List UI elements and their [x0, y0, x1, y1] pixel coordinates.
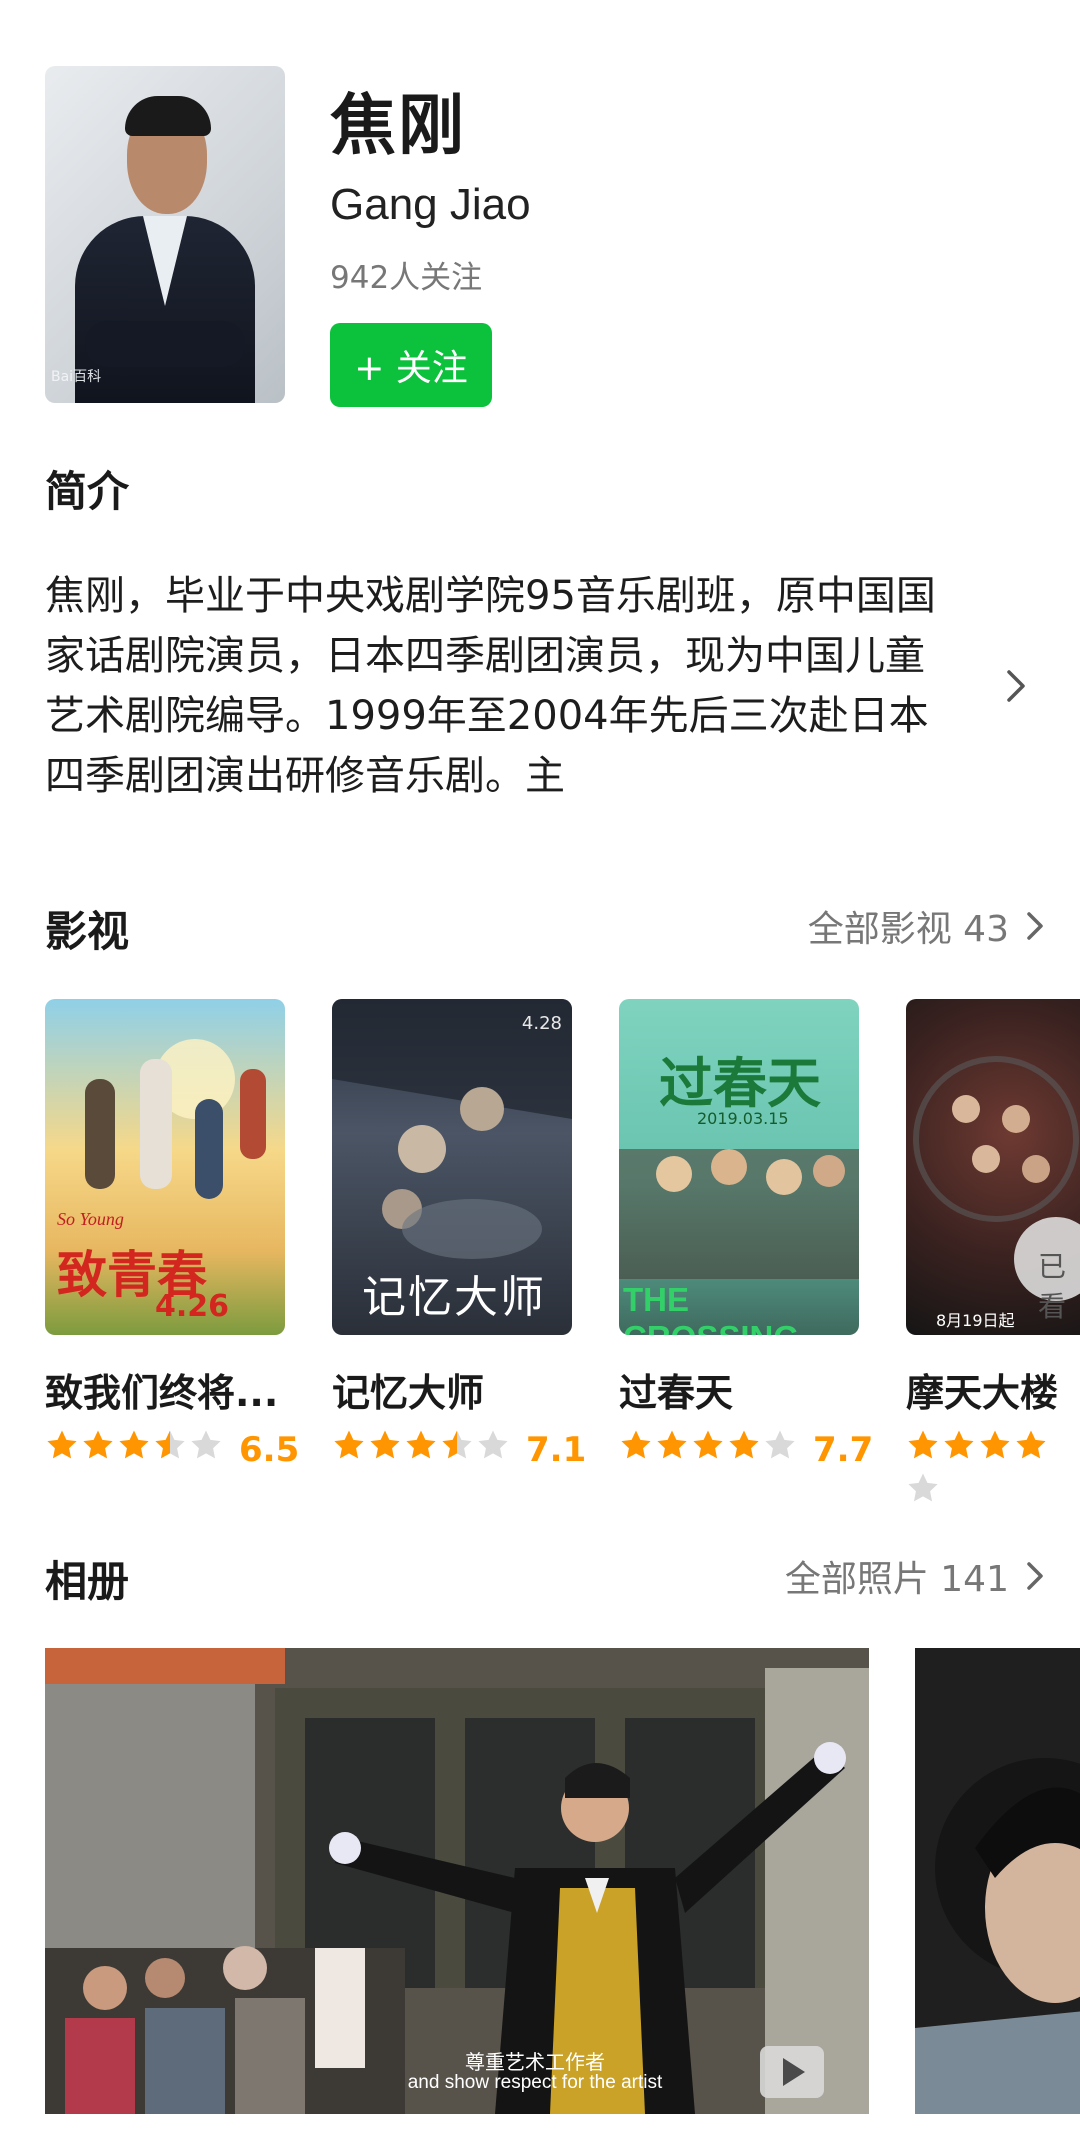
- star-icon: [442, 1430, 472, 1459]
- star-icon: [155, 1430, 185, 1459]
- follower-count: 942人关注: [330, 260, 483, 296]
- all-photos-link[interactable]: 全部照片 141: [785, 1550, 1045, 1602]
- star-icon: [119, 1430, 149, 1459]
- intro-text[interactable]: 焦刚，毕业于中央戏剧学院95音乐剧班，原中国国家话剧院演员，日本四季剧团演员，现…: [45, 566, 945, 806]
- album-title: 相册: [45, 1557, 130, 1606]
- star-icon: [370, 1430, 400, 1459]
- photo-hair: [125, 96, 211, 136]
- star-icon: [944, 1430, 974, 1459]
- film-poster[interactable]: 4.28 记忆大师: [332, 999, 572, 1335]
- all-films-link[interactable]: 全部影视 43: [808, 900, 1045, 952]
- star-icon: [657, 1430, 687, 1459]
- chevron-right-icon: [1025, 910, 1045, 942]
- poster-date: 8月19日起: [936, 1311, 1015, 1330]
- rating-stars: [906, 1428, 1066, 1514]
- film-poster[interactable]: 已看 8月19日起: [906, 999, 1080, 1335]
- album-photo[interactable]: 尊重艺术工作者 and show respect for the artist: [45, 1648, 869, 2114]
- avatar-watermark: Bai百科: [51, 369, 102, 385]
- star-icon: [334, 1430, 364, 1459]
- star-icon: [693, 1430, 723, 1459]
- star-icon: [406, 1430, 436, 1459]
- films-title: 影视: [45, 907, 130, 956]
- all-photos-label: 全部照片 141: [784, 1559, 1009, 1600]
- film-rating: 7.1: [332, 1428, 586, 1471]
- rating-score: 7.7: [813, 1429, 874, 1470]
- star-icon: [191, 1430, 221, 1459]
- film-title[interactable]: 摩天大楼: [906, 1362, 1058, 1417]
- poster-subtitle: So Young: [57, 1209, 124, 1229]
- star-icon: [729, 1430, 759, 1459]
- person-photo[interactable]: Bai百科: [45, 66, 285, 403]
- rating-stars: [45, 1428, 225, 1471]
- chevron-right-icon: [1025, 1560, 1045, 1592]
- star-icon: [1016, 1430, 1046, 1459]
- star-icon: [478, 1430, 508, 1459]
- intro-title: 简介: [45, 467, 130, 516]
- star-icon: [908, 1430, 938, 1459]
- star-icon: [980, 1430, 1010, 1459]
- poster-subtitle: THE CROSSING: [623, 1281, 799, 1335]
- film-poster[interactable]: 过春天 2019.03.15 THE CROSSING: [619, 999, 859, 1335]
- film-title[interactable]: 致我们终将...: [45, 1362, 278, 1417]
- star-icon: [83, 1430, 113, 1459]
- album-photo[interactable]: [915, 1648, 1080, 2114]
- star-icon: [765, 1430, 795, 1459]
- poster-title: 记忆大师: [362, 1272, 546, 1323]
- chevron-right-icon[interactable]: [1005, 668, 1027, 704]
- follow-button[interactable]: + 关注: [330, 323, 492, 407]
- film-poster[interactable]: So Young 致青春 4.26: [45, 999, 285, 1335]
- rating-stars: [332, 1428, 512, 1471]
- film-title[interactable]: 过春天: [619, 1362, 733, 1417]
- photo-arms: [85, 321, 245, 367]
- film-rating: [906, 1428, 1080, 1514]
- rating-score: 6.5: [239, 1429, 300, 1470]
- star-icon: [47, 1430, 77, 1459]
- rating-score: 7.1: [526, 1429, 587, 1470]
- film-rating: 6.5: [45, 1428, 299, 1471]
- poster-date: 2019.03.15: [697, 1109, 789, 1128]
- poster-date: 4.26: [155, 1289, 230, 1324]
- person-name-cn: 焦刚: [330, 87, 466, 164]
- rating-stars: [619, 1428, 799, 1471]
- poster-title: 过春天: [659, 1052, 821, 1115]
- photo-caption-cn: 尊重艺术工作者: [465, 2050, 605, 2074]
- poster-date: 4.28: [521, 1013, 562, 1034]
- film-rating: 7.7: [619, 1428, 873, 1471]
- photo-caption-en: and show respect for the artist: [407, 2072, 663, 2093]
- star-icon: [908, 1473, 938, 1502]
- poster-stamp: 已看: [1038, 1250, 1067, 1323]
- film-title[interactable]: 记忆大师: [332, 1362, 484, 1417]
- all-films-label: 全部影视 43: [807, 909, 1009, 950]
- person-name-en: Gang Jiao: [330, 180, 531, 229]
- star-icon: [621, 1430, 651, 1459]
